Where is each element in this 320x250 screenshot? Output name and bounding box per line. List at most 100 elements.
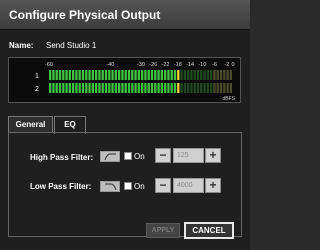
meter-segment [58,83,62,93]
meter-segment [206,70,209,80]
meter-segment [127,83,131,93]
configure-output-dialog: Configure Physical Output Name: Send Stu… [0,0,250,250]
meter-segment [75,70,78,80]
meter-segment [68,83,71,93]
meter-channel-label: 1 [35,73,39,80]
name-label: Name: [9,41,34,50]
meter-segment [118,83,121,93]
meter-scale-tick: -30 [137,62,145,68]
meter-segment [127,70,131,80]
meter-segment [203,83,206,93]
low-pass-mode-button[interactable] [100,181,120,192]
meter-segment [124,83,127,93]
meter-segment [154,70,157,80]
meter-segment [226,70,229,80]
high-pass-increment-button[interactable]: + [205,148,221,163]
level-meter-graphic: -60 -40 -30 -26 -22 -18 -14 -10 -6 -2 0 1 2 dBFS [35,62,236,102]
meter-segment [177,83,180,93]
tab-general[interactable]: General [8,116,53,133]
meter-segment [75,83,78,93]
meter-segment [85,70,88,80]
meter-segment [187,70,190,80]
meter-segment [183,70,186,80]
high-pass-icon [104,153,116,161]
meter-segment [200,83,203,93]
meter-segment [62,83,65,93]
meter-segment [190,83,193,93]
meter-segment [229,70,232,80]
meter-scale-tick: -18 [174,62,182,68]
meter-segment [49,70,52,80]
meter-segment [170,70,173,80]
meter-segment [137,83,140,93]
meter-segment [164,70,167,80]
meter-segment [173,70,177,80]
meter-segment [216,83,219,93]
meter-segment [108,70,111,80]
meter-segment [187,83,190,93]
meter-segment [144,70,147,80]
low-pass-increment-button[interactable]: + [205,178,221,193]
meter-segment [95,70,98,80]
meter-segment [58,70,62,80]
meter-segment [124,70,127,80]
low-pass-decrement-button[interactable]: − [155,178,171,193]
high-pass-decrement-button[interactable]: − [155,148,171,163]
meter-segment [91,70,94,80]
meter-segment [200,70,203,80]
meter-segment [154,83,157,93]
meter-scale-tick: 0 [231,62,234,68]
high-pass-on-checkbox[interactable] [124,152,132,160]
meter-scale-tick: -40 [106,62,114,68]
meter-scale-tick: -14 [186,62,194,68]
meter-segment [210,70,213,80]
meter-unit-label: dBFS [222,96,235,102]
meter-segment [141,70,144,80]
high-pass-mode-button[interactable] [100,151,120,162]
cancel-button[interactable]: CANCEL [184,222,234,239]
meter-segment [49,83,52,93]
meter-segment [121,83,124,93]
meter-segment [206,83,209,93]
meter-segment [141,83,144,93]
apply-button[interactable]: APPLY [146,223,180,238]
meter-segment [101,70,104,80]
meter-segment [150,70,154,80]
meter-segment [98,83,101,93]
meter-scale-tick: -6 [212,62,217,68]
meter-scale-tick: -26 [149,62,157,68]
meter-segment [72,70,75,80]
meter-segment [213,70,216,80]
meter-segment [219,70,223,80]
meter-segment [137,70,140,80]
meter-channel-label: 2 [35,86,39,93]
high-pass-frequency-input[interactable]: 125 [173,148,204,163]
meter-segment [223,70,226,80]
meter-segment [111,83,114,93]
low-pass-label: Low Pass Filter: [30,182,92,191]
meter-segment [144,83,147,93]
meter-scale-tick: -2 [224,62,229,68]
meter-segment [190,70,193,80]
meter-segment [85,83,88,93]
meter-segment [52,83,55,93]
level-meter: -60 -40 -30 -26 -22 -18 -14 -10 -6 -2 0 1 2 dBFS [8,57,241,103]
meter-segment [157,83,160,93]
high-pass-label: High Pass Filter: [30,153,94,162]
meter-segment [167,70,170,80]
meter-segment [170,83,173,93]
meter-segment [121,70,124,80]
meter-segment [118,70,121,80]
meter-segment [196,83,200,93]
meter-segment [91,83,94,93]
meter-segment [55,70,58,80]
meter-segment [88,70,91,80]
low-pass-on-checkbox[interactable] [124,182,132,190]
meter-segment [157,70,160,80]
meter-segment [173,83,177,93]
low-pass-frequency-input[interactable]: 4000 [173,178,204,193]
meter-segment [210,83,213,93]
meter-segment [65,70,68,80]
meter-segment [114,70,117,80]
meter-segment [95,83,98,93]
